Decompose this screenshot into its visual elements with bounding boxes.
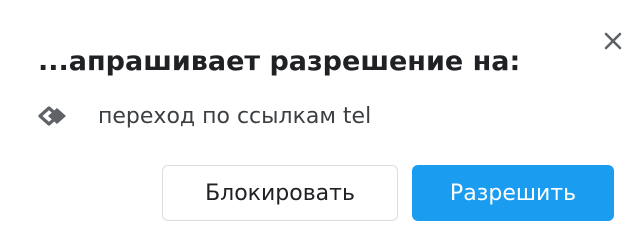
allow-button[interactable]: Разрешить [412, 165, 614, 221]
close-icon [604, 32, 622, 50]
close-button[interactable] [598, 26, 628, 56]
permission-item: переход по ссылкам tel [36, 98, 371, 134]
block-button[interactable]: Блокировать [162, 165, 398, 221]
permission-label: переход по ссылкам tel [98, 103, 372, 129]
permission-dialog: ...апрашивает разрешение на: переход по … [0, 0, 644, 243]
link-diamond-icon [36, 105, 72, 127]
dialog-title: ...апрашивает разрешение на: [38, 46, 521, 77]
